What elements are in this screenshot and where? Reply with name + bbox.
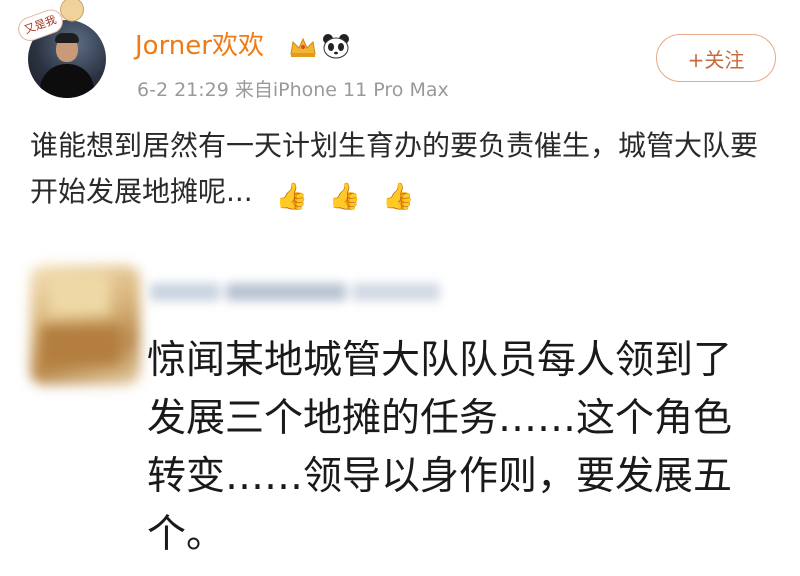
thumbs-up-icon: 👍: [382, 182, 415, 212]
blur-bar: [226, 283, 346, 301]
quoted-user-avatar-blurred: [30, 265, 140, 385]
post-meta: 6-2 21:29 来自iPhone 11 Pro Max: [137, 79, 449, 101]
blur-block: [40, 325, 120, 365]
avatar-body: [40, 64, 94, 98]
post-body: 谁能想到居然有一天计划生育办的要负责催生，城管大队要开始发展地摊呢... 👍 👍…: [30, 123, 770, 220]
quoted-username-blurred: [150, 275, 440, 307]
crown-icon: [290, 37, 316, 57]
thumbs-up-emojis: 👍 👍 👍: [276, 173, 427, 220]
post-header: 又是我 Jorner欢欢 6-2 21:29 来自iPhone 11 Pro M…: [0, 0, 800, 115]
panda-icon: [323, 34, 349, 59]
quoted-comment-text: 惊闻某地城管大队队员每人领到了发展三个地摊的任务……这个角色转变……领导以身作则…: [147, 338, 733, 557]
blur-bar: [352, 283, 440, 301]
follow-button[interactable]: +关注: [656, 34, 776, 82]
thumbs-up-icon: 👍: [328, 182, 362, 212]
blur-bar: [150, 283, 220, 301]
blur-block: [50, 275, 110, 315]
username[interactable]: Jorner欢欢: [135, 30, 264, 62]
thumbs-up-icon: 👍: [275, 182, 308, 212]
